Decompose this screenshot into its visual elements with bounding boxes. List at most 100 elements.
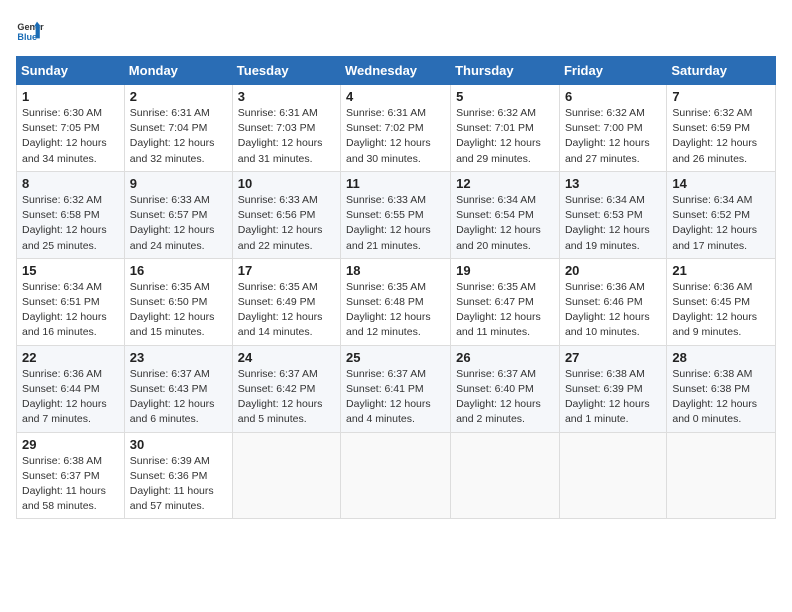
day-info: Sunrise: 6:34 AM Sunset: 6:53 PM Dayligh… [565, 193, 661, 254]
day-info: Sunrise: 6:37 AM Sunset: 6:41 PM Dayligh… [346, 367, 445, 428]
day-info: Sunrise: 6:32 AM Sunset: 7:01 PM Dayligh… [456, 106, 554, 167]
day-info: Sunrise: 6:38 AM Sunset: 6:37 PM Dayligh… [22, 454, 119, 515]
day-info: Sunrise: 6:33 AM Sunset: 6:56 PM Dayligh… [238, 193, 335, 254]
day-number: 28 [672, 350, 770, 365]
day-info: Sunrise: 6:30 AM Sunset: 7:05 PM Dayligh… [22, 106, 119, 167]
calendar-cell: 17Sunrise: 6:35 AM Sunset: 6:49 PM Dayli… [232, 258, 340, 345]
page-header: General Blue [16, 16, 776, 44]
day-info: Sunrise: 6:34 AM Sunset: 6:52 PM Dayligh… [672, 193, 770, 254]
day-info: Sunrise: 6:31 AM Sunset: 7:02 PM Dayligh… [346, 106, 445, 167]
calendar-cell [559, 432, 666, 519]
calendar-table: SundayMondayTuesdayWednesdayThursdayFrid… [16, 56, 776, 519]
header-saturday: Saturday [667, 57, 776, 85]
day-number: 2 [130, 89, 227, 104]
day-info: Sunrise: 6:38 AM Sunset: 6:38 PM Dayligh… [672, 367, 770, 428]
calendar-cell: 12 Sunrise: 6:34 AM Sunset: 6:54 PM Dayli… [451, 171, 560, 258]
calendar-cell: 4 Sunrise: 6:31 AM Sunset: 7:02 PM Daylig… [341, 85, 451, 172]
calendar-cell: 30 Sunrise: 6:39 AM Sunset: 6:36 PM Dayli… [124, 432, 232, 519]
calendar-cell: 20 Sunrise: 6:36 AM Sunset: 6:46 PM Dayli… [559, 258, 666, 345]
svg-text:Blue: Blue [17, 32, 37, 42]
calendar-cell [232, 432, 340, 519]
calendar-cell: 13 Sunrise: 6:34 AM Sunset: 6:53 PM Dayli… [559, 171, 666, 258]
day-info: Sunrise: 6:34 AM Sunset: 6:54 PM Dayligh… [456, 193, 554, 254]
day-info: Sunrise: 6:35 AM Sunset: 6:47 PM Dayligh… [456, 280, 554, 341]
header-monday: Monday [124, 57, 232, 85]
day-number: 25 [346, 350, 445, 365]
calendar-cell: 14 Sunrise: 6:34 AM Sunset: 6:52 PM Dayli… [667, 171, 776, 258]
calendar-cell: 15 Sunrise: 6:34 AM Sunset: 6:51 PM Dayli… [17, 258, 125, 345]
calendar-cell: 9 Sunrise: 6:33 AM Sunset: 6:57 PM Daylig… [124, 171, 232, 258]
logo-icon: General Blue [16, 16, 44, 44]
calendar-cell: 1 Sunrise: 6:30 AM Sunset: 7:05 PM Daylig… [17, 85, 125, 172]
day-info: Sunrise: 6:35 AM Sunset: 6:50 PM Dayligh… [130, 280, 227, 341]
day-info: Sunrise: 6:37 AM Sunset: 6:42 PM Dayligh… [238, 367, 335, 428]
day-info: Sunrise: 6:36 AM Sunset: 6:45 PM Dayligh… [672, 280, 770, 341]
calendar-cell: 8 Sunrise: 6:32 AM Sunset: 6:58 PM Daylig… [17, 171, 125, 258]
calendar-cell: 6Sunrise: 6:32 AM Sunset: 7:00 PM Daylig… [559, 85, 666, 172]
day-info: Sunrise: 6:39 AM Sunset: 6:36 PM Dayligh… [130, 454, 227, 515]
day-info: Sunrise: 6:38 AM Sunset: 6:39 PM Dayligh… [565, 367, 661, 428]
calendar-cell: 3 Sunrise: 6:31 AM Sunset: 7:03 PM Daylig… [232, 85, 340, 172]
calendar-cell [341, 432, 451, 519]
calendar-cell [451, 432, 560, 519]
day-info: Sunrise: 6:32 AM Sunset: 6:59 PM Dayligh… [672, 106, 770, 167]
day-number: 16 [130, 263, 227, 278]
day-number: 20 [565, 263, 661, 278]
week-row-4: 22Sunrise: 6:36 AM Sunset: 6:44 PM Dayli… [17, 345, 776, 432]
day-number: 1 [22, 89, 119, 104]
day-info: Sunrise: 6:36 AM Sunset: 6:46 PM Dayligh… [565, 280, 661, 341]
day-number: 9 [130, 176, 227, 191]
calendar-cell: 25 Sunrise: 6:37 AM Sunset: 6:41 PM Dayli… [341, 345, 451, 432]
day-number: 4 [346, 89, 445, 104]
day-info: Sunrise: 6:31 AM Sunset: 7:04 PM Dayligh… [130, 106, 227, 167]
day-number: 29 [22, 437, 119, 452]
day-number: 23 [130, 350, 227, 365]
calendar-cell: 10 Sunrise: 6:33 AM Sunset: 6:56 PM Dayli… [232, 171, 340, 258]
day-number: 10 [238, 176, 335, 191]
day-info: Sunrise: 6:32 AM Sunset: 6:58 PM Dayligh… [22, 193, 119, 254]
day-number: 15 [22, 263, 119, 278]
header-wednesday: Wednesday [341, 57, 451, 85]
day-number: 8 [22, 176, 119, 191]
day-info: Sunrise: 6:35 AM Sunset: 6:48 PM Dayligh… [346, 280, 445, 341]
day-info: Sunrise: 6:34 AM Sunset: 6:51 PM Dayligh… [22, 280, 119, 341]
calendar-cell: 18 Sunrise: 6:35 AM Sunset: 6:48 PM Dayli… [341, 258, 451, 345]
day-info: Sunrise: 6:37 AM Sunset: 6:43 PM Dayligh… [130, 367, 227, 428]
calendar-cell: 24 Sunrise: 6:37 AM Sunset: 6:42 PM Dayli… [232, 345, 340, 432]
calendar-cell: 7 Sunrise: 6:32 AM Sunset: 6:59 PM Daylig… [667, 85, 776, 172]
day-number: 19 [456, 263, 554, 278]
calendar-cell: 22Sunrise: 6:36 AM Sunset: 6:44 PM Dayli… [17, 345, 125, 432]
day-number: 13 [565, 176, 661, 191]
calendar-cell: 16 Sunrise: 6:35 AM Sunset: 6:50 PM Dayli… [124, 258, 232, 345]
day-number: 11 [346, 176, 445, 191]
header-friday: Friday [559, 57, 666, 85]
day-number: 24 [238, 350, 335, 365]
calendar-cell: 19 Sunrise: 6:35 AM Sunset: 6:47 PM Dayli… [451, 258, 560, 345]
header-thursday: Thursday [451, 57, 560, 85]
day-number: 26 [456, 350, 554, 365]
day-number: 18 [346, 263, 445, 278]
logo: General Blue [16, 16, 44, 44]
header-tuesday: Tuesday [232, 57, 340, 85]
day-number: 14 [672, 176, 770, 191]
day-number: 21 [672, 263, 770, 278]
calendar-cell: 26 Sunrise: 6:37 AM Sunset: 6:40 PM Dayli… [451, 345, 560, 432]
day-number: 12 [456, 176, 554, 191]
day-number: 27 [565, 350, 661, 365]
day-number: 3 [238, 89, 335, 104]
day-number: 7 [672, 89, 770, 104]
calendar-header-row: SundayMondayTuesdayWednesdayThursdayFrid… [17, 57, 776, 85]
day-number: 6 [565, 89, 661, 104]
week-row-1: 1 Sunrise: 6:30 AM Sunset: 7:05 PM Daylig… [17, 85, 776, 172]
day-number: 5 [456, 89, 554, 104]
week-row-5: 29 Sunrise: 6:38 AM Sunset: 6:37 PM Dayli… [17, 432, 776, 519]
calendar-cell: 23 Sunrise: 6:37 AM Sunset: 6:43 PM Dayli… [124, 345, 232, 432]
day-info: Sunrise: 6:31 AM Sunset: 7:03 PM Dayligh… [238, 106, 335, 167]
calendar-cell: 11Sunrise: 6:33 AM Sunset: 6:55 PM Dayli… [341, 171, 451, 258]
day-number: 22 [22, 350, 119, 365]
day-info: Sunrise: 6:33 AM Sunset: 6:57 PM Dayligh… [130, 193, 227, 254]
day-number: 30 [130, 437, 227, 452]
calendar-body: 1 Sunrise: 6:30 AM Sunset: 7:05 PM Daylig… [17, 85, 776, 519]
day-info: Sunrise: 6:37 AM Sunset: 6:40 PM Dayligh… [456, 367, 554, 428]
calendar-cell: 21 Sunrise: 6:36 AM Sunset: 6:45 PM Dayli… [667, 258, 776, 345]
